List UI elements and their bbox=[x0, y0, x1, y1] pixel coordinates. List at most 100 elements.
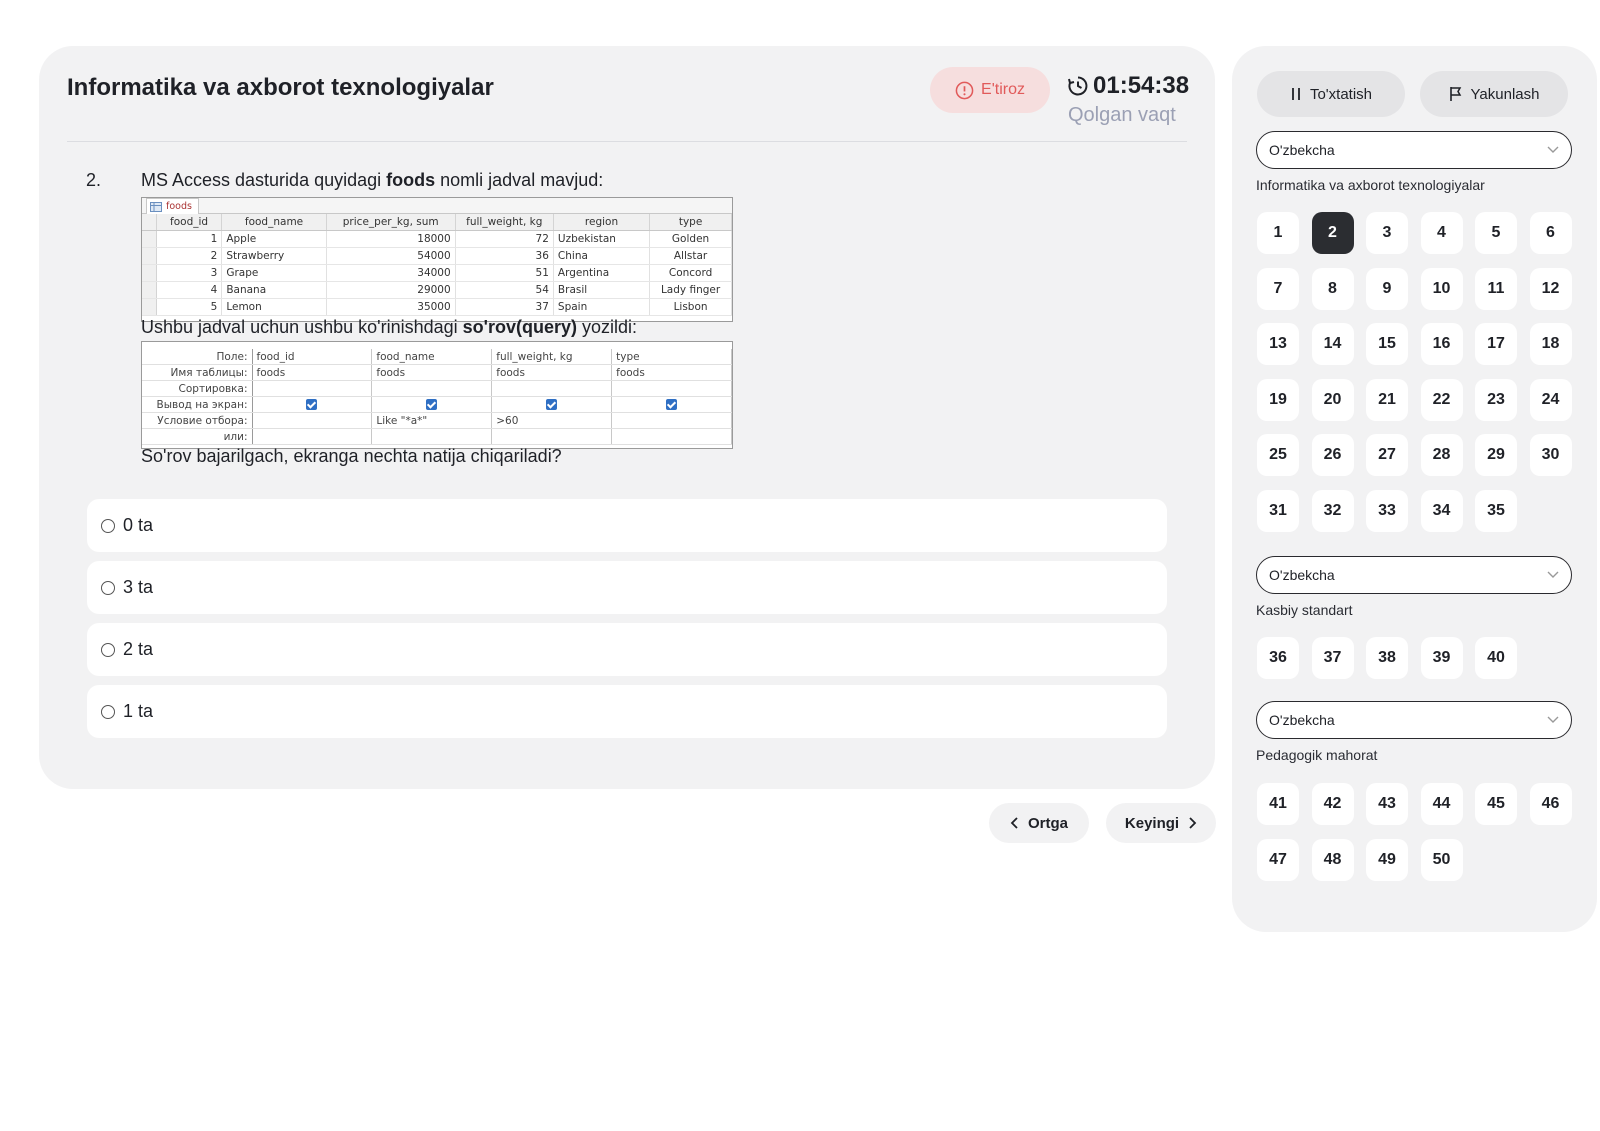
question-nav-button[interactable]: 22 bbox=[1420, 378, 1463, 421]
table-cell: China bbox=[553, 247, 651, 265]
question-nav-button[interactable]: 27 bbox=[1366, 434, 1408, 476]
language-select[interactable]: O'zbekcha bbox=[1256, 131, 1572, 169]
query-row: или: bbox=[142, 428, 732, 445]
question-nav-button[interactable]: 39 bbox=[1420, 637, 1463, 679]
chevron-down-icon bbox=[1547, 571, 1559, 578]
table-row: 2 Strawberry 54000 36 China Allstar bbox=[142, 247, 732, 265]
query-field: type bbox=[611, 349, 732, 365]
question-nav-button[interactable]: 14 bbox=[1311, 323, 1354, 365]
question-nav-button[interactable]: 24 bbox=[1529, 378, 1572, 421]
table-row: 3 Grape 34000 51 Argentina Concord bbox=[142, 264, 732, 282]
table-cell: Lisbon bbox=[649, 298, 732, 316]
question-nav-button[interactable]: 49 bbox=[1366, 838, 1408, 881]
chevron-down-icon bbox=[1547, 146, 1559, 153]
question-nav-button[interactable]: 41 bbox=[1257, 783, 1299, 825]
prev-button[interactable]: Ortga bbox=[989, 803, 1089, 843]
question-nav-button[interactable]: 21 bbox=[1366, 378, 1408, 421]
objection-button[interactable]: E'tiroz bbox=[930, 67, 1050, 113]
query-row-label: Условие отбора: bbox=[142, 412, 253, 429]
pause-label: To'xtatish bbox=[1309, 85, 1373, 103]
question-nav-button[interactable]: 38 bbox=[1366, 637, 1408, 679]
query-table: foods bbox=[371, 364, 493, 381]
answer-option[interactable]: 1 ta bbox=[87, 685, 1167, 738]
question-nav-button[interactable]: 15 bbox=[1366, 323, 1408, 365]
section-title: Kasbiy standart bbox=[1256, 602, 1353, 618]
radio-button[interactable] bbox=[101, 704, 115, 719]
question-text-bold: so'rov(query) bbox=[462, 317, 577, 337]
question-nav-button[interactable]: 50 bbox=[1420, 838, 1463, 881]
question-nav-button[interactable]: 33 bbox=[1366, 489, 1408, 532]
table-tab: foods bbox=[146, 198, 199, 214]
question-nav-button[interactable]: 3 bbox=[1366, 212, 1408, 254]
table-cell: Strawberry bbox=[221, 247, 327, 265]
language-select[interactable]: O'zbekcha bbox=[1256, 701, 1572, 739]
option-label: 0 ta bbox=[123, 515, 154, 535]
question-nav-button[interactable]: 19 bbox=[1257, 378, 1299, 421]
question-nav-button[interactable]: 37 bbox=[1311, 637, 1354, 679]
question-nav-button[interactable]: 4 bbox=[1420, 212, 1463, 254]
question-nav-button[interactable]: 40 bbox=[1475, 637, 1517, 679]
language-select[interactable]: O'zbekcha bbox=[1256, 556, 1572, 594]
question-nav-button[interactable]: 16 bbox=[1420, 323, 1463, 365]
question-nav-button[interactable]: 9 bbox=[1366, 267, 1408, 310]
next-button[interactable]: Keyingi bbox=[1106, 803, 1216, 843]
question-nav-button[interactable]: 29 bbox=[1475, 434, 1517, 476]
query-row-label: Имя таблицы: bbox=[142, 364, 253, 381]
finish-button[interactable]: Yakunlash bbox=[1420, 71, 1568, 117]
answer-option[interactable]: 0 ta bbox=[87, 499, 1167, 552]
question-nav-button[interactable]: 1 bbox=[1257, 212, 1299, 254]
query-cell bbox=[611, 380, 732, 397]
question-nav-button[interactable]: 34 bbox=[1420, 489, 1463, 532]
pause-button[interactable]: To'xtatish bbox=[1257, 71, 1405, 117]
radio-button[interactable] bbox=[101, 580, 115, 595]
table-cell: 5 bbox=[156, 298, 223, 316]
question-nav-button[interactable]: 12 bbox=[1529, 267, 1572, 310]
question-nav-button[interactable]: 31 bbox=[1257, 489, 1299, 532]
question-nav-button[interactable]: 36 bbox=[1257, 637, 1299, 679]
question-nav-button[interactable]: 46 bbox=[1529, 783, 1572, 825]
question-nav-button[interactable]: 45 bbox=[1475, 783, 1517, 825]
question-navigator-panel: To'xtatish Yakunlash O'zbekcha Informati… bbox=[1232, 46, 1597, 932]
question-nav-button[interactable]: 32 bbox=[1311, 489, 1354, 532]
table-icon bbox=[150, 201, 162, 212]
question-nav-button[interactable]: 42 bbox=[1311, 783, 1354, 825]
query-row: Сортировка: bbox=[142, 380, 732, 397]
question-nav-button[interactable]: 23 bbox=[1475, 378, 1517, 421]
question-nav-button[interactable]: 18 bbox=[1529, 323, 1572, 365]
flag-icon bbox=[1449, 87, 1461, 101]
question-nav-button[interactable]: 5 bbox=[1475, 212, 1517, 254]
prev-label: Ortga bbox=[1027, 814, 1068, 832]
question-nav-button[interactable]: 10 bbox=[1420, 267, 1463, 310]
query-cell bbox=[252, 428, 373, 445]
query-row-label: Вывод на экран: bbox=[142, 396, 253, 413]
question-nav-button[interactable]: 2 bbox=[1311, 212, 1354, 254]
question-nav-button[interactable]: 8 bbox=[1311, 267, 1354, 310]
answer-option[interactable]: 2 ta bbox=[87, 623, 1167, 676]
radio-button[interactable] bbox=[101, 642, 115, 657]
question-nav-button[interactable]: 44 bbox=[1420, 783, 1463, 825]
question-nav-button[interactable]: 6 bbox=[1529, 212, 1572, 254]
question-nav-button[interactable]: 25 bbox=[1257, 434, 1299, 476]
show-checkbox-cell bbox=[252, 396, 373, 413]
question-nav-button[interactable]: 35 bbox=[1475, 489, 1517, 532]
question-nav-button[interactable]: 28 bbox=[1420, 434, 1463, 476]
next-label: Keyingi bbox=[1124, 814, 1180, 832]
pause-icon bbox=[1292, 88, 1300, 100]
answer-option[interactable]: 3 ta bbox=[87, 561, 1167, 614]
column-header: food_id bbox=[156, 214, 223, 231]
question-nav-button[interactable]: 47 bbox=[1257, 838, 1299, 881]
chevron-down-icon bbox=[1547, 716, 1559, 723]
question-nav-button[interactable]: 43 bbox=[1366, 783, 1408, 825]
question-nav-button[interactable]: 30 bbox=[1529, 434, 1572, 476]
question-nav-button[interactable]: 20 bbox=[1311, 378, 1354, 421]
question-nav-button[interactable]: 13 bbox=[1257, 323, 1299, 365]
radio-button[interactable] bbox=[101, 518, 115, 533]
table-cell: Golden bbox=[649, 230, 732, 248]
question-nav-button[interactable]: 26 bbox=[1311, 434, 1354, 476]
question-nav-button[interactable]: 7 bbox=[1257, 267, 1299, 310]
question-nav-button[interactable]: 48 bbox=[1311, 838, 1354, 881]
question-nav-button[interactable]: 17 bbox=[1475, 323, 1517, 365]
question-nav-button[interactable]: 11 bbox=[1475, 267, 1517, 310]
query-criteria: Like "*a*" bbox=[371, 412, 493, 429]
table-cell: 4 bbox=[156, 281, 223, 299]
